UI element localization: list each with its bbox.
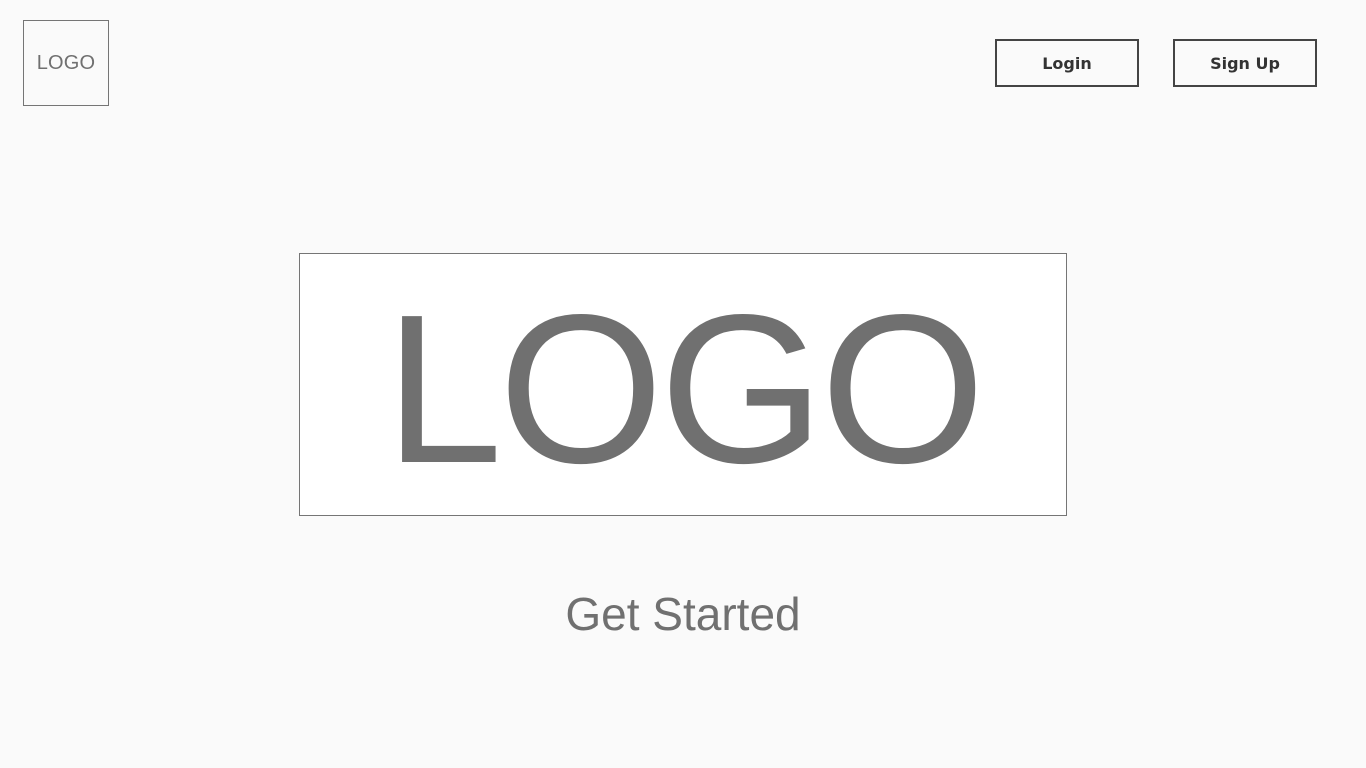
hero-logo: LOGO [299,253,1067,516]
get-started-label: Get Started [565,588,801,640]
header-logo[interactable]: LOGO [23,20,109,106]
login-button[interactable]: Login [995,39,1139,87]
header-logo-text: LOGO [36,51,96,74]
hero-logo-text: LOGO [384,269,986,507]
login-button-label: Login [1042,53,1092,73]
sign-up-button-label: Sign Up [1210,53,1280,73]
sign-up-button[interactable]: Sign Up [1173,39,1317,87]
get-started-link[interactable]: Get Started [0,586,1366,642]
